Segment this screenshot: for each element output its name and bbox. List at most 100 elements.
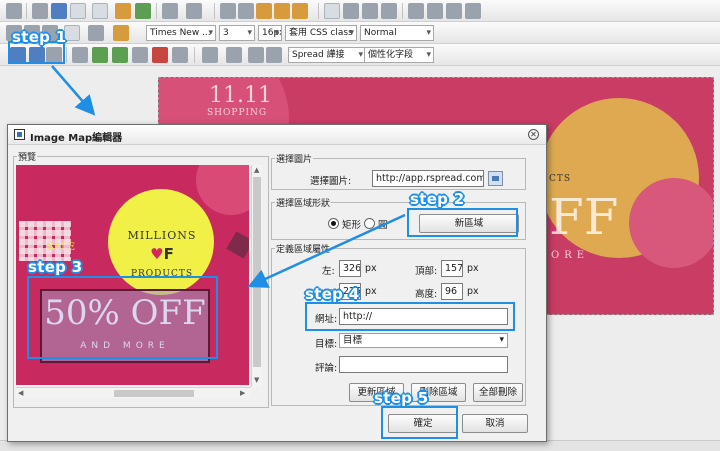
editor-image-text: SHOPPING bbox=[207, 108, 268, 118]
preview-vertical-scrollbar[interactable]: ▲ ▼ bbox=[251, 165, 262, 387]
flash-icon[interactable] bbox=[152, 47, 168, 63]
highlight-color-icon[interactable] bbox=[113, 25, 129, 41]
align-right-icon[interactable] bbox=[362, 3, 378, 19]
background-shape bbox=[629, 178, 713, 268]
paste-text-icon[interactable] bbox=[274, 3, 290, 19]
font-name-select[interactable]: Times New ... bbox=[146, 25, 216, 41]
step-5-label: step 5 bbox=[374, 389, 429, 407]
step-5-highlight bbox=[381, 406, 458, 439]
image-url-input[interactable]: http://app.rspread.com/Sp bbox=[372, 170, 484, 187]
editor-toolbar-row-2: Times New ... 3 16px 套用 CSS class Normal bbox=[0, 22, 720, 44]
select-image-label: 選擇圖片: bbox=[310, 176, 352, 187]
redo-icon[interactable] bbox=[186, 3, 202, 19]
source-icon[interactable] bbox=[6, 3, 22, 19]
select-all-icon[interactable] bbox=[70, 3, 86, 19]
step-3-label: step 3 bbox=[28, 258, 83, 276]
align-center-icon[interactable] bbox=[343, 3, 359, 19]
anchor-icon[interactable] bbox=[132, 47, 148, 63]
editor-toolbar-row-1 bbox=[0, 0, 720, 22]
format-painter-icon[interactable] bbox=[292, 3, 308, 19]
left-input[interactable]: 326 bbox=[339, 260, 361, 277]
editor-image-text: CTS bbox=[549, 174, 572, 184]
indent-icon[interactable] bbox=[465, 3, 481, 19]
step-1-label: step 1 bbox=[12, 28, 67, 46]
app-icon bbox=[14, 129, 25, 140]
delete-all-button[interactable]: 全部刪除 bbox=[473, 383, 523, 402]
circle-radio[interactable] bbox=[364, 218, 375, 229]
horizontal-rule-icon[interactable] bbox=[226, 47, 242, 63]
height-label: 高度: bbox=[415, 289, 438, 300]
video-icon[interactable] bbox=[172, 47, 188, 63]
dialog-title: Image Map編輯器 bbox=[30, 133, 123, 144]
target-label: 目標: bbox=[315, 339, 338, 350]
paste-icon[interactable] bbox=[256, 3, 272, 19]
heart-icon: ♥ bbox=[150, 245, 164, 263]
editor-toolbar-row-3: Spread 譁接 個性化字段 bbox=[0, 44, 720, 66]
personal-field-select[interactable]: 個性化字段 bbox=[364, 47, 434, 63]
width-unit: px bbox=[365, 286, 377, 297]
fullscreen-icon[interactable] bbox=[92, 3, 108, 19]
editor-image-text: 11.11 bbox=[209, 83, 272, 108]
comment-input[interactable] bbox=[339, 356, 508, 373]
close-icon[interactable]: ✕ bbox=[528, 129, 539, 140]
editor-image-text: FF bbox=[549, 188, 619, 246]
step-3-highlight bbox=[27, 276, 218, 359]
height-unit: px bbox=[467, 286, 479, 297]
height-input[interactable]: 96 bbox=[441, 283, 463, 300]
document-icon[interactable] bbox=[266, 47, 282, 63]
undo-icon[interactable] bbox=[162, 3, 178, 19]
print-icon[interactable] bbox=[32, 3, 48, 19]
css-class-select[interactable]: 套用 CSS class bbox=[285, 25, 357, 41]
background-shape bbox=[196, 165, 249, 215]
top-input[interactable]: 157 bbox=[441, 260, 463, 277]
special-char-icon[interactable] bbox=[202, 47, 218, 63]
scroll-left-icon[interactable]: ◀ bbox=[18, 389, 23, 398]
preview-horizontal-scrollbar[interactable]: ◀ ▶ bbox=[16, 387, 251, 398]
font-size-index-select[interactable]: 3 bbox=[219, 25, 255, 41]
rect-label: 矩形 bbox=[342, 220, 362, 231]
scroll-thumb[interactable] bbox=[114, 390, 194, 397]
unordered-list-icon[interactable] bbox=[427, 3, 443, 19]
left-unit: px bbox=[365, 263, 377, 274]
ordered-list-icon[interactable] bbox=[408, 3, 424, 19]
link-icon[interactable] bbox=[92, 47, 108, 63]
promo-of-text: ♥F bbox=[110, 245, 214, 263]
align-justify-icon[interactable] bbox=[381, 3, 397, 19]
area-shape-group-label: 選擇區域形狀 bbox=[275, 196, 332, 209]
spellcheck-icon[interactable] bbox=[115, 3, 131, 19]
toolbar-separator bbox=[26, 3, 27, 19]
font-size-px-select[interactable]: 16px bbox=[258, 25, 282, 41]
target-select[interactable]: 目標 bbox=[339, 333, 508, 348]
top-label: 頂部: bbox=[415, 266, 438, 277]
find-icon[interactable] bbox=[51, 3, 67, 19]
toolbar-separator bbox=[214, 3, 215, 19]
paragraph-icon[interactable] bbox=[248, 47, 264, 63]
circle-label: 圓 bbox=[378, 220, 388, 231]
cut-icon[interactable] bbox=[220, 3, 236, 19]
toolbar-separator bbox=[402, 3, 403, 19]
select-image-group-label: 選擇圖片 bbox=[275, 152, 314, 165]
step-4-highlight bbox=[305, 302, 515, 331]
image-edit-icon[interactable] bbox=[135, 3, 151, 19]
unlink-icon[interactable] bbox=[112, 47, 128, 63]
promo-of-letter: F bbox=[163, 245, 174, 263]
cancel-button[interactable]: 取消 bbox=[462, 414, 528, 433]
left-label: 左: bbox=[322, 266, 335, 277]
browse-image-icon[interactable] bbox=[488, 171, 503, 186]
copy-icon[interactable] bbox=[238, 3, 254, 19]
area-properties-group-label: 定義區域屬性 bbox=[275, 242, 332, 255]
align-left-icon[interactable] bbox=[324, 3, 340, 19]
template-icon[interactable] bbox=[72, 47, 88, 63]
rect-radio[interactable] bbox=[328, 218, 339, 229]
outdent-icon[interactable] bbox=[446, 3, 462, 19]
promo-millions-text: MILLIONS bbox=[127, 229, 197, 242]
scroll-down-icon[interactable]: ▼ bbox=[254, 376, 259, 385]
spread-link-select[interactable]: Spread 譁接 bbox=[288, 47, 366, 63]
dialog-titlebar[interactable]: Image Map編輯器 ✕ bbox=[8, 125, 546, 145]
format-select[interactable]: Normal bbox=[360, 25, 434, 41]
scroll-up-icon[interactable]: ▲ bbox=[254, 166, 259, 175]
scroll-right-icon[interactable]: ▶ bbox=[240, 389, 245, 398]
scroll-thumb[interactable] bbox=[253, 177, 261, 367]
font-color-icon[interactable] bbox=[88, 25, 104, 41]
step-2-highlight bbox=[407, 208, 518, 237]
